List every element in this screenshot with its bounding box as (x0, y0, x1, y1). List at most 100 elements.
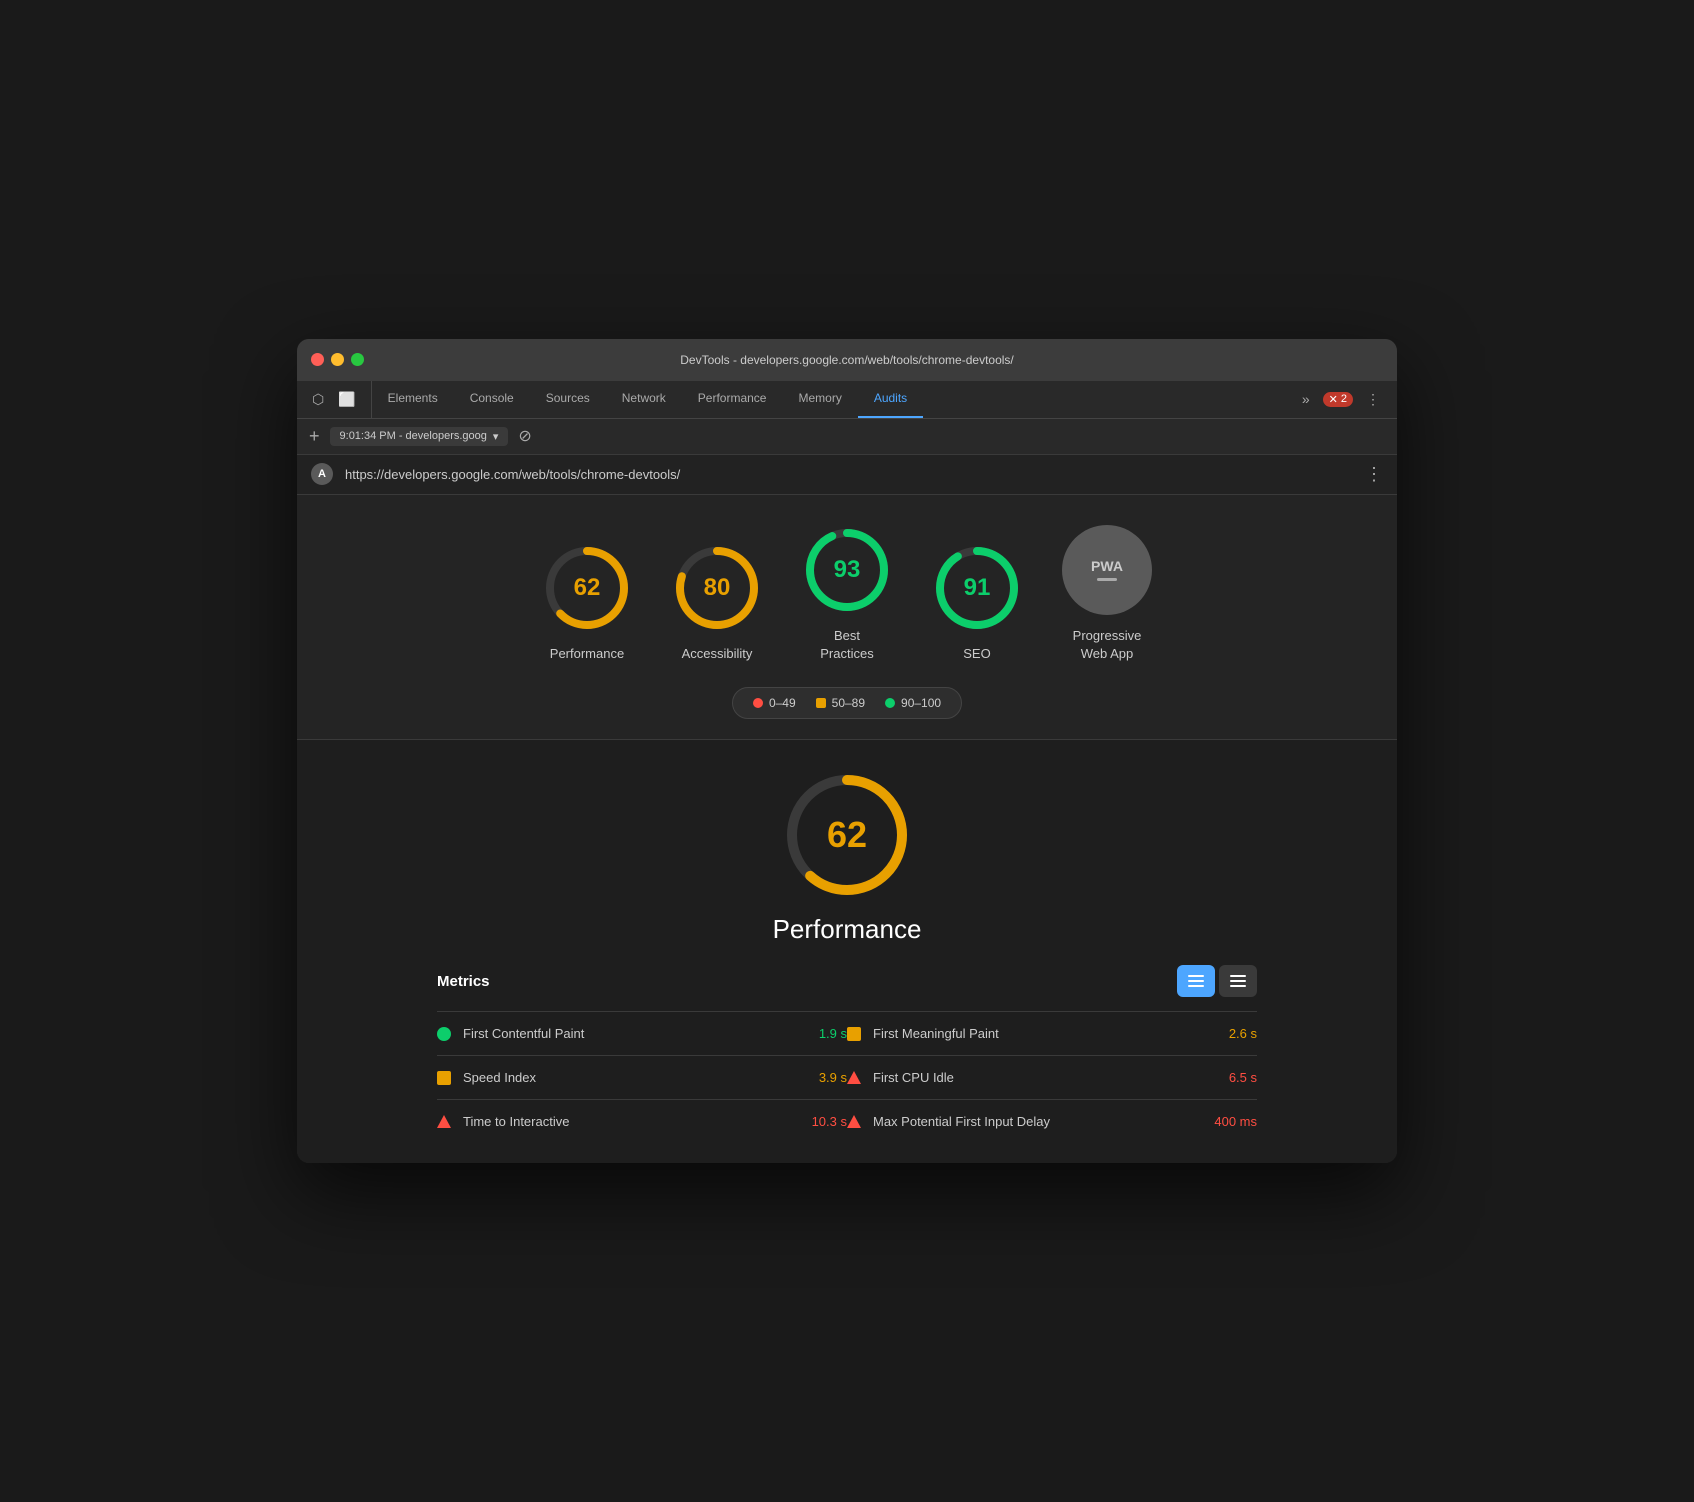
legend-label-red: 0–49 (769, 696, 796, 710)
metrics-section: Metrics (377, 965, 1317, 1143)
metric-row-mpfid: Max Potential First Input Delay 400 ms (847, 1100, 1257, 1143)
metric-row-fci: First CPU Idle 6.5 s (847, 1056, 1257, 1100)
devtools-content: 62 Performance 80 Accessibility (297, 495, 1397, 1163)
metric-value-fmp: 2.6 s (1229, 1026, 1257, 1041)
score-item-performance[interactable]: 62 Performance (542, 543, 632, 663)
score-item-pwa[interactable]: PWA ProgressiveWeb App (1062, 525, 1152, 663)
metrics-view-toggle (1177, 965, 1257, 997)
metric-icon-fmp (847, 1027, 861, 1041)
metric-icon-mpfid (847, 1115, 861, 1128)
score-item-accessibility[interactable]: 80 Accessibility (672, 543, 762, 663)
tab-dropdown-icon[interactable]: ▾ (493, 430, 499, 443)
active-tab-label[interactable]: 9:01:34 PM - developers.goog ▾ (330, 427, 509, 446)
devtools-menu-icon[interactable]: ⋮ (1361, 388, 1385, 411)
tab-memory[interactable]: Memory (782, 381, 857, 418)
device-icon[interactable]: ⬜ (333, 388, 360, 411)
score-label-performance: Performance (550, 645, 624, 663)
legend-dot-orange (816, 698, 826, 708)
score-label-pwa: ProgressiveWeb App (1073, 627, 1142, 663)
metric-row-tti: Time to Interactive 10.3 s (437, 1100, 847, 1143)
pwa-text: PWA (1091, 558, 1123, 574)
metric-value-mpfid: 400 ms (1214, 1114, 1257, 1129)
metric-icon-si (437, 1071, 451, 1085)
metric-value-si: 3.9 s (819, 1070, 847, 1085)
url-text[interactable]: https://developers.google.com/web/tools/… (345, 467, 1353, 482)
metric-row-si: Speed Index 3.9 s (437, 1056, 847, 1100)
metric-name-fcp: First Contentful Paint (463, 1026, 819, 1041)
metric-name-fmp: First Meaningful Paint (873, 1026, 1229, 1041)
title-bar: DevTools - developers.google.com/web/too… (297, 339, 1397, 381)
scores-row: 62 Performance 80 Accessibility (542, 525, 1152, 663)
legend-label-orange: 50–89 (832, 696, 865, 710)
toggle-list-button[interactable] (1219, 965, 1257, 997)
tab-network[interactable]: Network (606, 381, 682, 418)
score-label-best-practices: BestPractices (820, 627, 873, 663)
metrics-grid: First Contentful Paint 1.9 s Speed Index… (437, 1012, 1257, 1143)
cursor-icon[interactable]: ⬡ (307, 388, 329, 411)
metrics-left-col: First Contentful Paint 1.9 s Speed Index… (437, 1012, 847, 1143)
pwa-badge: PWA (1062, 525, 1152, 615)
favicon: A (311, 463, 333, 485)
legend-item-red: 0–49 (753, 696, 796, 710)
legend-item-orange: 50–89 (816, 696, 865, 710)
metric-value-tti: 10.3 s (812, 1114, 847, 1129)
maximize-button[interactable] (351, 353, 364, 366)
metric-name-si: Speed Index (463, 1070, 819, 1085)
scores-section: 62 Performance 80 Accessibility (297, 495, 1397, 740)
window-title: DevTools - developers.google.com/web/too… (680, 353, 1014, 367)
devtools-controls: ⬡ ⬜ (297, 381, 372, 418)
pwa-dash (1097, 578, 1117, 581)
toggle-grid-button[interactable] (1177, 965, 1215, 997)
browser-window: DevTools - developers.google.com/web/too… (297, 339, 1397, 1163)
metric-name-tti: Time to Interactive (463, 1114, 812, 1129)
tab-audits[interactable]: Audits (858, 381, 923, 418)
gauge-seo: 91 (932, 543, 1022, 633)
metrics-header: Metrics (437, 965, 1257, 997)
metric-row-fcp: First Contentful Paint 1.9 s (437, 1012, 847, 1056)
legend-label-green: 90–100 (901, 696, 941, 710)
url-more-icon[interactable]: ⋮ (1365, 464, 1383, 485)
big-score-value: 62 (827, 814, 867, 856)
metric-icon-tti (437, 1115, 451, 1128)
score-label-accessibility: Accessibility (682, 645, 753, 663)
address-bar: + 9:01:34 PM - developers.goog ▾ ⊘ (297, 419, 1397, 455)
stop-icon[interactable]: ⊘ (518, 426, 531, 446)
error-badge[interactable]: ✕ 2 (1323, 392, 1353, 407)
big-gauge-performance: 62 (782, 770, 912, 900)
metrics-label: Metrics (437, 973, 490, 990)
score-item-seo[interactable]: 91 SEO (932, 543, 1022, 663)
tab-label-text: 9:01:34 PM - developers.goog (340, 430, 487, 442)
gauge-performance: 62 (542, 543, 632, 633)
metric-value-fcp: 1.9 s (819, 1026, 847, 1041)
metric-name-mpfid: Max Potential First Input Delay (873, 1114, 1214, 1129)
score-legend: 0–49 50–89 90–100 (732, 687, 962, 719)
legend-dot-green (885, 698, 895, 708)
more-tabs-icon[interactable]: » (1297, 388, 1315, 410)
tab-performance[interactable]: Performance (682, 381, 783, 418)
metric-icon-fci (847, 1071, 861, 1084)
metric-row-fmp: First Meaningful Paint 2.6 s (847, 1012, 1257, 1056)
close-button[interactable] (311, 353, 324, 366)
score-value-best-practices: 93 (834, 556, 861, 584)
devtools-tab-right: » ✕ 2 ⋮ (1285, 381, 1397, 418)
gauge-best-practices: 93 (802, 525, 892, 615)
metric-icon-fcp (437, 1027, 451, 1041)
tab-sources[interactable]: Sources (530, 381, 606, 418)
gauge-accessibility: 80 (672, 543, 762, 633)
legend-item-green: 90–100 (885, 696, 941, 710)
score-value-accessibility: 80 (704, 574, 731, 602)
score-value-seo: 91 (964, 574, 991, 602)
tab-console[interactable]: Console (454, 381, 530, 418)
devtools-tab-bar: ⬡ ⬜ Elements Console Sources Network Per… (297, 381, 1397, 419)
score-label-seo: SEO (963, 645, 990, 663)
detail-title: Performance (773, 914, 922, 945)
new-tab-button[interactable]: + (309, 426, 320, 447)
traffic-lights (311, 353, 364, 366)
metrics-right-col: First Meaningful Paint 2.6 s First CPU I… (847, 1012, 1257, 1143)
legend-dot-red (753, 698, 763, 708)
score-value-performance: 62 (574, 574, 601, 602)
minimize-button[interactable] (331, 353, 344, 366)
score-item-best-practices[interactable]: 93 BestPractices (802, 525, 892, 663)
tab-elements[interactable]: Elements (372, 381, 454, 418)
list-icon (1230, 975, 1246, 987)
